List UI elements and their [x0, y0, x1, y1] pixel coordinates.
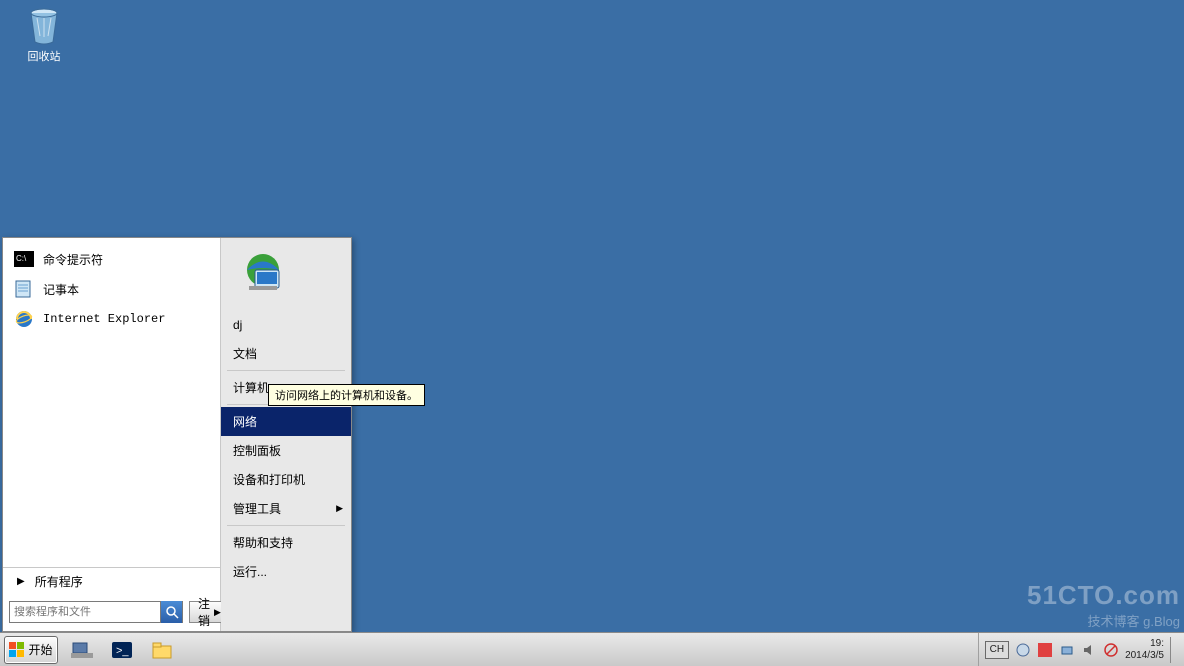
start-button-label: 开始: [28, 641, 52, 658]
language-indicator[interactable]: CH: [985, 641, 1009, 659]
start-item-devices-printers[interactable]: 设备和打印机: [221, 465, 351, 494]
notepad-icon: [13, 278, 35, 300]
svg-text:>_: >_: [116, 645, 129, 657]
start-item-control-panel[interactable]: 控制面板: [221, 436, 351, 465]
watermark: 51CTO.com 技术博客 g.Blog: [1027, 580, 1180, 630]
tray-flag-icon[interactable]: [1037, 642, 1053, 658]
item-label: 帮助和支持: [233, 534, 293, 551]
windows-logo-icon: [9, 642, 25, 658]
start-item-help[interactable]: 帮助和支持: [221, 528, 351, 557]
search-button[interactable]: [160, 601, 182, 623]
svg-text:C:\: C:\: [16, 254, 27, 263]
taskbar: 开始 >_ CH 19: 2014/3/5: [0, 632, 1184, 666]
watermark-line2: 技术博客 g.Blog: [1027, 611, 1180, 630]
program-cmd[interactable]: C:\ 命令提示符: [7, 244, 216, 274]
start-menu-left: C:\ 命令提示符 记事本 Internet Explorer: [3, 238, 221, 631]
item-label: 计算机: [233, 379, 269, 396]
search-icon: [165, 605, 179, 619]
item-label: 文档: [233, 345, 257, 362]
item-label: 管理工具: [233, 500, 281, 517]
user-picture: [235, 248, 291, 304]
start-item-network[interactable]: 网络: [221, 407, 351, 436]
tray-alert-icon[interactable]: [1103, 642, 1119, 658]
program-label: 命令提示符: [43, 251, 103, 268]
start-menu-programs: C:\ 命令提示符 记事本 Internet Explorer: [3, 238, 220, 567]
item-label: 设备和打印机: [233, 471, 305, 488]
show-desktop-button[interactable]: [1170, 637, 1178, 663]
recycle-bin-glyph: [25, 6, 63, 46]
search-box[interactable]: [9, 601, 183, 623]
logoff-label: 注销: [198, 595, 210, 629]
start-item-admin-tools[interactable]: 管理工具 ▶: [221, 494, 351, 523]
tray-clock[interactable]: 19: 2014/3/5: [1125, 638, 1164, 662]
search-input[interactable]: [10, 606, 160, 618]
start-menu: C:\ 命令提示符 记事本 Internet Explorer: [2, 237, 352, 632]
recycle-bin-icon[interactable]: 回收站: [14, 6, 74, 64]
tray-ime-icon[interactable]: [1015, 642, 1031, 658]
taskbar-pin-server-manager[interactable]: [63, 636, 101, 664]
item-label: 运行...: [233, 563, 267, 580]
desktop: 回收站 C:\ 命令提示符 记事本: [0, 0, 1184, 666]
watermark-line1: 51CTO.com: [1027, 580, 1180, 611]
chevron-right-icon: ▶: [336, 503, 343, 514]
item-label: 控制面板: [233, 442, 281, 459]
program-notepad[interactable]: 记事本: [7, 274, 216, 304]
taskbar-pin-explorer[interactable]: [143, 636, 181, 664]
chevron-right-icon: ▶: [214, 607, 221, 618]
tray-sound-icon[interactable]: [1081, 642, 1097, 658]
item-label: 网络: [233, 413, 257, 430]
chevron-right-icon: ▶: [17, 576, 25, 587]
start-menu-search-row: 注销 ▶: [3, 595, 220, 631]
start-menu-right: dj 文档 计算机 网络 控制面板 设备和打印机 管理工具 ▶ 帮助和支持 运行…: [221, 238, 351, 631]
program-label: 记事本: [43, 281, 79, 298]
all-programs[interactable]: ▶ 所有程序: [3, 567, 220, 595]
system-tray: CH 19: 2014/3/5: [978, 633, 1184, 666]
all-programs-label: 所有程序: [35, 573, 83, 590]
start-item-user[interactable]: dj: [221, 310, 351, 339]
taskbar-pin-powershell[interactable]: >_: [103, 636, 141, 664]
tray-time: 19:: [1125, 638, 1164, 650]
start-item-documents[interactable]: 文档: [221, 339, 351, 368]
item-label: dj: [233, 318, 242, 332]
tray-date: 2014/3/5: [1125, 650, 1164, 662]
ie-icon: [13, 308, 35, 330]
network-tooltip: 访问网络上的计算机和设备。: [268, 384, 425, 406]
program-ie[interactable]: Internet Explorer: [7, 304, 216, 334]
separator: [227, 525, 345, 526]
tray-network-icon[interactable]: [1059, 642, 1075, 658]
cmd-icon: C:\: [13, 248, 35, 270]
start-item-run[interactable]: 运行...: [221, 557, 351, 586]
separator: [227, 370, 345, 371]
program-label: Internet Explorer: [43, 312, 165, 326]
recycle-bin-label: 回收站: [14, 48, 74, 64]
start-button[interactable]: 开始: [4, 636, 58, 664]
